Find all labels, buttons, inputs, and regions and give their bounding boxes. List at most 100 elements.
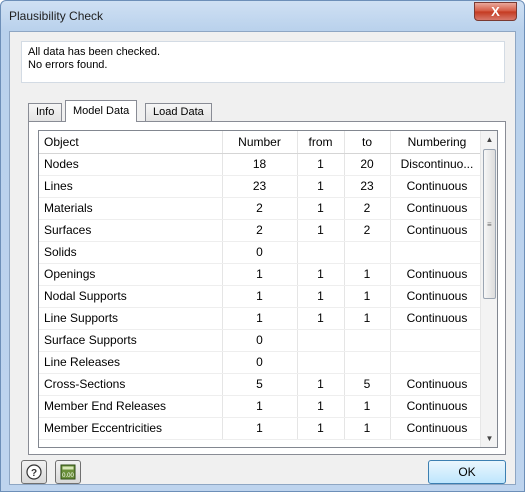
- tab-model-data[interactable]: Model Data: [65, 100, 138, 122]
- table-row[interactable]: Openings 1 1 1 Continuous: [39, 263, 485, 286]
- cell-number: 0: [222, 351, 298, 374]
- cell-object: Member End Releases: [39, 395, 223, 418]
- cell-numbering: Continuous: [390, 219, 485, 242]
- close-button[interactable]: X: [474, 2, 517, 21]
- title-bar[interactable]: Plausibility Check X: [1, 1, 524, 31]
- cell-to: 1: [344, 285, 391, 308]
- grip-icon: ≡: [487, 220, 492, 229]
- cell-to: 1: [344, 417, 391, 440]
- dialog-window: Plausibility Check X All data has been c…: [0, 0, 525, 492]
- cell-to: 20: [344, 153, 391, 176]
- table-row[interactable]: Surfaces 2 1 2 Continuous: [39, 219, 485, 242]
- cell-object: Nodes: [39, 153, 223, 176]
- cell-numbering: Continuous: [390, 417, 485, 440]
- cell-to: 1: [344, 395, 391, 418]
- scroll-up-icon[interactable]: ▲: [481, 131, 497, 148]
- table-row[interactable]: Nodal Supports 1 1 1 Continuous: [39, 285, 485, 308]
- cell-number: 2: [222, 219, 298, 242]
- cell-number: 1: [222, 263, 298, 286]
- window-title: Plausibility Check: [9, 9, 104, 23]
- cell-to: 2: [344, 219, 391, 242]
- cell-number: 1: [222, 285, 298, 308]
- table-row[interactable]: Surface Supports 0: [39, 329, 485, 352]
- table-row[interactable]: Nodes 18 1 20 Discontinuo...: [39, 153, 485, 176]
- cell-to: 2: [344, 197, 391, 220]
- cell-numbering: Discontinuo...: [390, 153, 485, 176]
- cell-to: 5: [344, 373, 391, 396]
- cell-to: 1: [344, 263, 391, 286]
- table-row[interactable]: Line Releases 0: [39, 351, 485, 374]
- cell-number: 0: [222, 241, 298, 264]
- cell-object: Line Supports: [39, 307, 223, 330]
- cell-numbering: Continuous: [390, 307, 485, 330]
- vertical-scrollbar[interactable]: ▲ ≡ ▼: [480, 131, 497, 447]
- table-row[interactable]: Member Eccentricities 1 1 1 Continuous: [39, 417, 485, 440]
- cell-object: Cross-Sections: [39, 373, 223, 396]
- cell-from: [297, 351, 345, 374]
- help-icon: ?: [26, 464, 42, 480]
- tab-panel-model-data: Object Number from to Numbering Nodes 18 1…: [28, 121, 506, 455]
- help-button[interactable]: ?: [21, 460, 47, 484]
- column-header-from[interactable]: from: [297, 131, 345, 154]
- cell-object: Line Releases: [39, 351, 223, 374]
- ok-button[interactable]: OK: [428, 460, 506, 484]
- cell-object: Nodal Supports: [39, 285, 223, 308]
- cell-numbering: Continuous: [390, 263, 485, 286]
- units-button[interactable]: 0.00: [55, 460, 81, 484]
- table-row[interactable]: Solids 0: [39, 241, 485, 264]
- cell-numbering: Continuous: [390, 285, 485, 308]
- cell-number: 23: [222, 175, 298, 198]
- cell-object: Openings: [39, 263, 223, 286]
- cell-object: Surfaces: [39, 219, 223, 242]
- cell-from: 1: [297, 417, 345, 440]
- cell-numbering: Continuous: [390, 373, 485, 396]
- status-message-line-1: All data has been checked.: [28, 46, 161, 58]
- cell-from: 1: [297, 219, 345, 242]
- cell-from: [297, 241, 345, 264]
- cell-numbering: Continuous: [390, 395, 485, 418]
- cell-numbering: Continuous: [390, 197, 485, 220]
- column-header-number[interactable]: Number: [222, 131, 298, 154]
- scrollbar-thumb[interactable]: ≡: [483, 149, 496, 299]
- cell-number: 5: [222, 373, 298, 396]
- cell-from: 1: [297, 285, 345, 308]
- column-header-to[interactable]: to: [344, 131, 391, 154]
- tab-info[interactable]: Info: [28, 103, 63, 122]
- cell-numbering: [390, 351, 485, 374]
- scroll-down-icon[interactable]: ▼: [481, 430, 497, 447]
- cell-from: [297, 329, 345, 352]
- table-row[interactable]: Line Supports 1 1 1 Continuous: [39, 307, 485, 330]
- cell-from: 1: [297, 153, 345, 176]
- table-row[interactable]: Cross-Sections 5 1 5 Continuous: [39, 373, 485, 396]
- cell-to: 1: [344, 307, 391, 330]
- cell-number: 1: [222, 417, 298, 440]
- cell-object: Materials: [39, 197, 223, 220]
- cell-to: [344, 329, 391, 352]
- cell-from: 1: [297, 307, 345, 330]
- cell-from: 1: [297, 395, 345, 418]
- units-icon-text: 0.00: [62, 473, 74, 479]
- cell-from: 1: [297, 373, 345, 396]
- cell-number: 0: [222, 329, 298, 352]
- table-row[interactable]: Member End Releases 1 1 1 Continuous: [39, 395, 485, 418]
- column-header-object[interactable]: Object: [39, 131, 223, 154]
- cell-numbering: [390, 241, 485, 264]
- cell-from: 1: [297, 175, 345, 198]
- cell-numbering: [390, 329, 485, 352]
- table-row[interactable]: Lines 23 1 23 Continuous: [39, 175, 485, 198]
- cell-from: 1: [297, 197, 345, 220]
- column-header-numbering[interactable]: Numbering: [390, 131, 485, 154]
- cell-numbering: Continuous: [390, 175, 485, 198]
- cell-to: [344, 351, 391, 374]
- cell-number: 18: [222, 153, 298, 176]
- cell-to: 23: [344, 175, 391, 198]
- tab-load-data[interactable]: Load Data: [145, 103, 212, 122]
- table-row[interactable]: Materials 2 1 2 Continuous: [39, 197, 485, 220]
- units-icon: 0.00: [60, 464, 76, 480]
- cell-to: [344, 241, 391, 264]
- dialog-body: All data has been checked. No errors fou…: [9, 31, 516, 485]
- status-message-line-2: No errors found.: [28, 59, 108, 71]
- cell-number: 2: [222, 197, 298, 220]
- cell-object: Lines: [39, 175, 223, 198]
- table-header-row: Object Number from to Numbering: [39, 131, 485, 154]
